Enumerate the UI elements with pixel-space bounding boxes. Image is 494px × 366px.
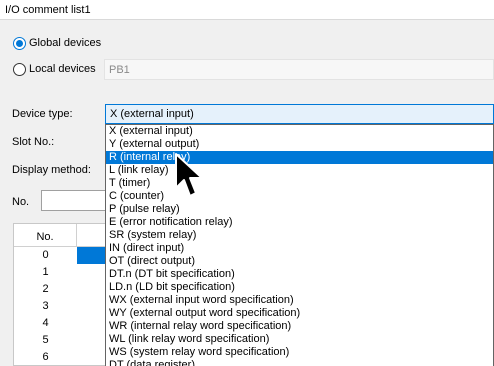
dropdown-option[interactable]: P (pulse relay) [106, 203, 493, 216]
table-row[interactable]: 1 [14, 264, 112, 281]
local-device-field[interactable]: PB1 [104, 59, 494, 80]
row-number: 3 [42, 300, 49, 312]
dropdown-option[interactable]: WL (link relay word specification) [106, 333, 493, 346]
dropdown-option[interactable]: T (timer) [106, 177, 493, 190]
table-row[interactable]: 3 [14, 298, 112, 315]
comment-grid: No. 0 1 2 3 4 5 6 [13, 223, 113, 366]
display-method-label: Display method: [12, 164, 91, 176]
dropdown-option[interactable]: L (link relay) [106, 164, 493, 177]
arrow-cursor-icon [175, 153, 203, 197]
dropdown-option[interactable]: SR (system relay) [106, 229, 493, 242]
number-filter-label: No. [12, 196, 30, 208]
row-number: 5 [42, 334, 49, 346]
window-titlebar: I/O comment list1 [0, 0, 494, 20]
radio-global-devices[interactable]: Global devices [13, 35, 101, 51]
dropdown-option[interactable]: C (counter) [106, 190, 493, 203]
slot-no-label: Slot No.: [12, 136, 55, 148]
dropdown-option[interactable]: E (error notification relay) [106, 216, 493, 229]
dropdown-option[interactable]: WX (external input word specification) [106, 294, 493, 307]
row-number: 6 [42, 351, 49, 363]
dropdown-option[interactable]: DT (data register) [106, 359, 493, 366]
device-type-dropdown-list: X (external input) Y (external output) R (… [105, 124, 494, 366]
row-number: 0 [42, 249, 49, 261]
window-title: I/O comment list1 [5, 4, 91, 16]
dropdown-option[interactable]: X (external input) [106, 125, 493, 138]
device-type-combobox[interactable]: X (external input) [105, 104, 494, 124]
table-row[interactable]: 5 [14, 332, 112, 349]
dropdown-option[interactable]: WY (external output word specification) [106, 307, 493, 320]
dropdown-option[interactable]: OT (direct output) [106, 255, 493, 268]
row-number: 4 [42, 317, 49, 329]
device-type-label: Device type: [12, 108, 73, 120]
row-number: 1 [42, 266, 49, 278]
dropdown-option[interactable]: Y (external output) [106, 138, 493, 151]
dropdown-option[interactable]: IN (direct input) [106, 242, 493, 255]
grid-header: No. [14, 224, 112, 247]
radio-local-devices-label: Local devices [29, 63, 96, 75]
dropdown-option[interactable]: R (internal relay) [106, 151, 493, 164]
dropdown-option[interactable]: DT.n (DT bit specification) [106, 268, 493, 281]
dropdown-option[interactable]: WS (system relay word specification) [106, 346, 493, 359]
table-row[interactable]: 2 [14, 281, 112, 298]
table-row[interactable]: 0 [14, 247, 112, 264]
grid-rows: 0 1 2 3 4 5 6 [14, 247, 112, 365]
row-number: 2 [42, 283, 49, 295]
table-row[interactable]: 6 [14, 349, 112, 365]
dropdown-option[interactable]: LD.n (LD bit specification) [106, 281, 493, 294]
radio-local-devices[interactable]: Local devices [13, 61, 96, 77]
table-row[interactable]: 4 [14, 315, 112, 332]
grid-header-number[interactable]: No. [14, 224, 77, 246]
number-filter-input[interactable] [41, 190, 109, 211]
dropdown-option[interactable]: WR (internal relay word specification) [106, 320, 493, 333]
radio-button-checked-icon[interactable] [13, 36, 26, 50]
radio-global-devices-label: Global devices [29, 37, 102, 49]
radio-button-unchecked-icon[interactable] [13, 62, 26, 76]
